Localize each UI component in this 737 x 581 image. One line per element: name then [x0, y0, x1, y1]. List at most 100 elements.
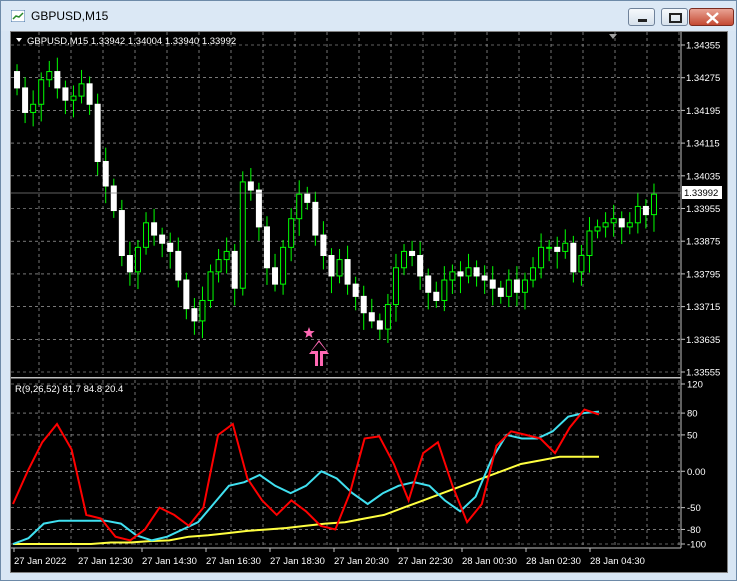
title-bar[interactable]: GBPUSD,M15 [1, 1, 736, 31]
candle-bull [392, 267, 399, 306]
chart-svg[interactable]: GBPUSD,M15 1.33942 1.34004 1.33940 1.339… [11, 32, 727, 572]
candle-bear [481, 275, 488, 281]
candle-bear [473, 267, 480, 277]
restore-icon [669, 13, 682, 23]
candle-bull [610, 218, 617, 224]
candle-bull [650, 193, 657, 216]
star-marker-icon [303, 327, 315, 338]
candle-bull [602, 222, 609, 228]
price-axis-label: 1.33555 [686, 368, 720, 379]
candle-bear [433, 291, 440, 301]
candle-bull [521, 279, 528, 293]
candle-bear [328, 255, 335, 277]
candle-bear [62, 87, 69, 101]
candle-bear [304, 193, 311, 203]
time-axis-label: 27 Jan 14:30 [142, 556, 197, 567]
time-axis-label: 28 Jan 00:30 [462, 556, 517, 567]
current-price-label: 1.33992 [684, 188, 718, 199]
mt4-chart-window: GBPUSD,M15 GBPUSD,M15 1.33942 1.34004 1.… [0, 0, 737, 581]
candle-bull [70, 95, 77, 101]
candle-bull [449, 271, 456, 281]
window-title: GBPUSD,M15 [31, 9, 109, 23]
candle-bear [167, 242, 174, 252]
shift-marker-icon[interactable] [609, 34, 617, 39]
candle-bear [570, 242, 577, 273]
candle-bear [312, 201, 319, 236]
candle-bull [578, 255, 585, 273]
close-button[interactable] [689, 8, 734, 26]
candle-bull [465, 267, 472, 277]
candle-bear [497, 287, 504, 297]
price-axis-label: 1.34035 [686, 171, 720, 182]
maximize-button[interactable] [661, 8, 688, 26]
candle-bear [320, 234, 327, 257]
time-axis-label: 28 Jan 02:30 [526, 556, 581, 567]
candle-bull [78, 83, 85, 97]
candle-bear [618, 218, 625, 228]
candle-bear [272, 267, 279, 285]
price-axis-label: 1.34355 [686, 41, 720, 52]
time-axis-label: 27 Jan 16:30 [206, 556, 261, 567]
candle-bull [46, 71, 53, 81]
indicator-axis-label: -80 [687, 525, 701, 536]
candle-bear [102, 160, 109, 187]
chart-canvas[interactable]: GBPUSD,M15 1.33942 1.34004 1.33940 1.339… [10, 31, 728, 573]
candle-bear [255, 189, 262, 228]
candle-bear [368, 312, 375, 322]
candle-bull [239, 181, 246, 289]
candle-bear [352, 283, 359, 297]
close-icon [706, 12, 719, 24]
price-axis-label: 1.33635 [686, 335, 720, 346]
candle-bear [86, 83, 93, 105]
candle-bear [14, 71, 21, 89]
candle-bull [38, 79, 45, 105]
indicator-axis-label: 0.00 [687, 467, 706, 478]
chart-app-icon [11, 10, 25, 22]
candle-bear [457, 271, 464, 277]
indicator-axis-label: 120 [687, 380, 703, 391]
candle-bear [360, 295, 367, 314]
candle-bear [159, 234, 166, 244]
yellow-indicator-line [13, 455, 599, 545]
candle-bear [118, 210, 125, 257]
price-axis-label: 1.34115 [686, 139, 720, 150]
indicator-axis-label: 80 [687, 409, 698, 420]
candle-bear [191, 308, 198, 322]
candle-bull [586, 230, 593, 257]
indicator-header: R(9,26,52) 81.7 84.8 20.4 [15, 384, 123, 395]
candle-bull [562, 242, 569, 252]
price-axis-label: 1.33875 [686, 237, 720, 248]
candle-bear [489, 279, 496, 289]
candle-bull [143, 222, 150, 248]
price-axis-label: 1.34195 [686, 106, 720, 117]
candle-bear [151, 222, 158, 236]
candle-bull [538, 246, 545, 269]
candle-bull [594, 226, 601, 232]
candle-bear [263, 226, 270, 269]
candle-bear [110, 185, 117, 212]
candle-bull [134, 246, 141, 273]
candle-bear [54, 71, 61, 89]
candle-bear [409, 250, 416, 257]
candle-bear [513, 279, 520, 293]
candle-bull [546, 246, 553, 249]
candle-bear [247, 181, 254, 191]
price-header: GBPUSD,M15 1.33942 1.34004 1.33940 1.339… [27, 36, 236, 47]
candle-bear [231, 250, 238, 289]
candle-bear [554, 246, 561, 252]
indicator-axis-label: -50 [687, 503, 701, 514]
price-axis-label: 1.34275 [686, 73, 720, 84]
candle-bull [207, 271, 214, 301]
candle-bull [505, 279, 512, 297]
minimize-icon [638, 19, 647, 22]
candle-bull [199, 299, 206, 322]
collapse-triangle-icon[interactable] [16, 38, 22, 42]
price-axis-label: 1.33715 [686, 302, 720, 313]
candle-bear [417, 255, 424, 277]
price-axis-label: 1.33795 [686, 269, 720, 280]
minimize-button[interactable] [628, 8, 655, 26]
price-axis-label: 1.33955 [686, 204, 720, 215]
time-axis-label: 27 Jan 22:30 [398, 556, 453, 567]
candle-bear [183, 279, 190, 310]
panel-separator[interactable] [11, 377, 681, 379]
